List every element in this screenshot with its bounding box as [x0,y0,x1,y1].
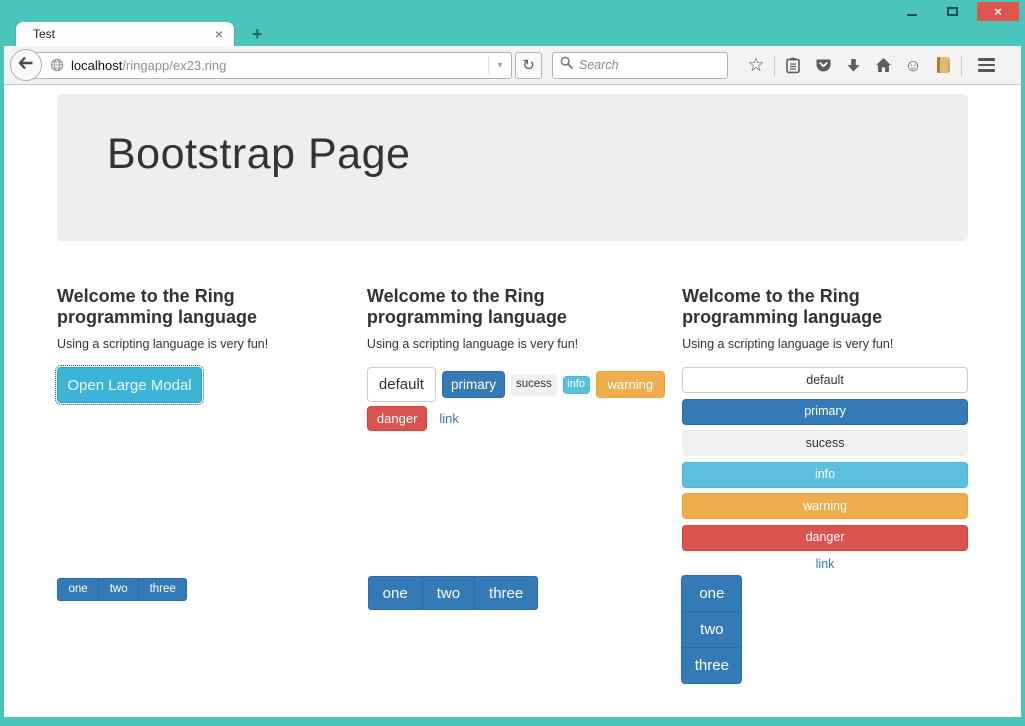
group-cell-3: one two three [664,576,968,684]
reload-button[interactable]: ↻ [515,52,542,79]
column-subtext: Using a scripting language is very fun! [682,337,968,351]
warning-block-button[interactable]: warning [682,493,968,519]
group-button-two[interactable]: two [422,576,475,610]
small-button-group: one two three [57,578,187,601]
search-box[interactable] [552,52,728,79]
group-button-one[interactable]: one [57,578,99,601]
browser-window: × Test × + localhost/ringapp/ex23.ring ▾… [0,0,1025,726]
toolbar-icons: ☆ ☺ [741,55,1003,76]
column-1: Welcome to the Ring programming language… [57,279,360,576]
button-groups-row: one two three one two three one two thre… [57,576,968,684]
url-path: /ringapp/ex23.ring [122,58,226,73]
maximize-icon [947,7,958,16]
back-arrow-icon [18,56,34,75]
block-button-stack: default primary sucess info warning dang… [682,367,968,571]
tab-strip: Test × + [4,22,1021,46]
danger-block-button[interactable]: danger [682,525,968,551]
minimize-icon [907,14,917,16]
group-button-two[interactable]: two [681,611,742,648]
group-button-two[interactable]: two [98,578,139,601]
info-block-button[interactable]: info [682,462,968,488]
column-heading: Welcome to the Ring programming language [57,286,307,328]
info-button[interactable]: info [563,376,590,394]
urlbar-dropdown-icon[interactable]: ▾ [489,60,511,71]
close-icon: × [994,4,1002,19]
column-subtext: Using a scripting language is very fun! [367,337,665,351]
tab-close-icon[interactable]: × [213,26,225,42]
maximize-button[interactable] [937,2,967,21]
normal-button-group: one two three [368,576,539,610]
group-button-one[interactable]: one [681,575,742,612]
window-controls: × [897,2,1019,21]
url-host: localhost [71,58,122,73]
columns-row: Welcome to the Ring programming language… [57,279,968,576]
column-2: Welcome to the Ring programming language… [360,279,665,576]
column-3: Welcome to the Ring programming language… [665,279,968,576]
tab-title: Test [33,27,213,41]
group-button-three[interactable]: three [138,578,187,601]
home-icon[interactable] [868,57,898,73]
hello-chat-icon[interactable]: ☺ [898,57,928,74]
navigation-toolbar: localhost/ringapp/ex23.ring ▾ ↻ ☆ [4,46,1021,85]
button-row-2: danger link [367,406,665,431]
group-cell-1: one two three [57,576,361,601]
open-large-modal-button[interactable]: Open Large Modal [57,367,202,403]
bookmarks-clipboard-icon[interactable] [778,57,808,74]
bookmark-star-icon[interactable]: ☆ [741,56,771,75]
hamburger-menu-button[interactable] [969,58,1003,72]
sucess-block-button[interactable]: sucess [682,430,968,456]
link-button[interactable]: link [682,557,968,571]
pocket-icon[interactable] [808,57,838,73]
toolbar-separator [774,55,775,76]
search-icon [560,56,573,74]
minimize-button[interactable] [897,2,927,21]
default-block-button[interactable]: default [682,367,968,393]
book-icon[interactable] [928,57,958,73]
search-input[interactable] [579,58,709,72]
url-bar[interactable]: localhost/ringapp/ex23.ring ▾ [25,52,512,79]
column-heading: Welcome to the Ring programming language [682,286,932,328]
warning-button[interactable]: warning [596,371,666,398]
column-subtext: Using a scripting language is very fun! [57,337,360,351]
link-button[interactable]: link [439,412,459,425]
new-tab-button[interactable]: + [246,25,269,43]
site-identity-globe-icon[interactable] [50,58,64,72]
primary-block-button[interactable]: primary [682,399,968,425]
group-cell-2: one two three [361,576,665,610]
group-button-three[interactable]: three [474,576,538,610]
sucess-button[interactable]: sucess [511,374,557,396]
group-button-three[interactable]: three [681,647,742,684]
group-button-one[interactable]: one [368,576,423,610]
jumbotron: Bootstrap Page [57,94,968,241]
vertical-button-group: one two three [681,575,742,684]
tab-test[interactable]: Test × [16,22,234,46]
back-button[interactable] [10,49,42,81]
close-window-button[interactable]: × [977,2,1019,21]
toolbar-separator [961,55,962,76]
default-button[interactable]: default [367,367,436,402]
button-row-1: default primary sucess info warning [367,367,665,402]
page-title: Bootstrap Page [107,130,968,179]
page-content: Bootstrap Page Welcome to the Ring progr… [4,85,1021,717]
column-heading: Welcome to the Ring programming language [367,286,617,328]
danger-button[interactable]: danger [367,406,427,431]
primary-button[interactable]: primary [442,371,505,398]
title-bar: × [4,0,1021,22]
downloads-icon[interactable] [838,58,868,73]
